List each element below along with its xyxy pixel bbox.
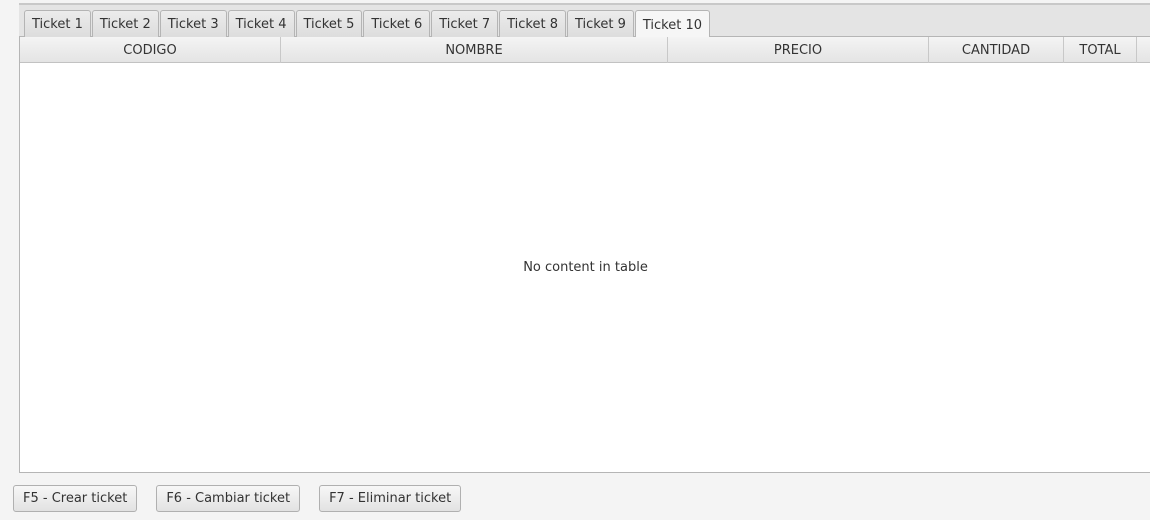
tab-ticket-1[interactable]: Ticket 1 bbox=[24, 10, 91, 38]
delete-ticket-button[interactable]: F7 - Eliminar ticket bbox=[319, 485, 462, 512]
column-header-total[interactable]: TOTAL bbox=[1064, 37, 1137, 63]
column-header-codigo[interactable]: CODIGO bbox=[20, 37, 281, 63]
empty-table-message: No content in table bbox=[523, 259, 648, 275]
column-header-filler bbox=[1137, 37, 1150, 63]
tab-ticket-5[interactable]: Ticket 5 bbox=[295, 10, 363, 38]
tab-ticket-10[interactable]: Ticket 10 bbox=[634, 10, 711, 39]
tab-ticket-4[interactable]: Ticket 4 bbox=[227, 10, 295, 38]
ticket-tab-pane: Ticket 1 Ticket 2 Ticket 3 Ticket 4 Tick… bbox=[19, 3, 1150, 473]
column-header-nombre[interactable]: NOMBRE bbox=[281, 37, 668, 63]
ticket-table[interactable]: CODIGO NOMBRE PRECIO CANTIDAD TOTAL No c… bbox=[19, 37, 1150, 473]
tab-ticket-6[interactable]: Ticket 6 bbox=[363, 10, 431, 38]
tab-strip: Ticket 1 Ticket 2 Ticket 3 Ticket 4 Tick… bbox=[24, 10, 711, 39]
action-buttons: F5 - Crear ticket F6 - Cambiar ticket F7… bbox=[13, 485, 462, 512]
table-header: CODIGO NOMBRE PRECIO CANTIDAD TOTAL bbox=[20, 37, 1150, 63]
table-empty-area: No content in table bbox=[20, 63, 1150, 471]
tab-ticket-8[interactable]: Ticket 8 bbox=[499, 10, 566, 38]
column-header-cantidad[interactable]: CANTIDAD bbox=[929, 37, 1064, 63]
create-ticket-button[interactable]: F5 - Crear ticket bbox=[13, 485, 138, 512]
tab-ticket-9[interactable]: Ticket 9 bbox=[567, 10, 634, 38]
tab-ticket-3[interactable]: Ticket 3 bbox=[159, 10, 227, 38]
tab-ticket-7[interactable]: Ticket 7 bbox=[431, 10, 499, 38]
column-header-precio[interactable]: PRECIO bbox=[668, 37, 929, 63]
tab-header: Ticket 1 Ticket 2 Ticket 3 Ticket 4 Tick… bbox=[19, 3, 1150, 39]
change-ticket-button[interactable]: F6 - Cambiar ticket bbox=[156, 485, 301, 512]
tab-ticket-2[interactable]: Ticket 2 bbox=[91, 10, 159, 38]
